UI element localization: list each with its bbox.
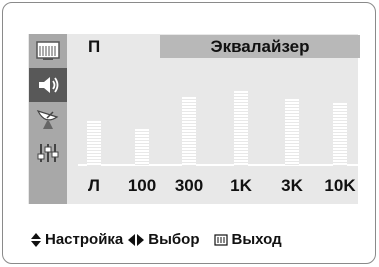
eq-bar-100[interactable] (135, 129, 149, 166)
band-label-Л: Л (88, 176, 100, 195)
menu-sidebar (29, 34, 67, 204)
band-label-10K: 10K (324, 176, 356, 195)
band-label-1K: 1K (230, 176, 252, 195)
sliders-setup-icon (37, 144, 59, 162)
band-label-3K: 3K (281, 176, 303, 195)
chart-baseline (78, 164, 360, 166)
equalizer-chart (78, 60, 360, 170)
exit-hint: Выход (231, 231, 282, 248)
band-label-100: 100 (127, 176, 157, 195)
sidebar-item-picture[interactable] (29, 34, 67, 68)
eq-bar-3K[interactable] (285, 99, 299, 166)
sidebar-item-sound[interactable] (29, 68, 67, 102)
satellite-channel-icon (36, 110, 59, 129)
adjust-hint: Настройка (45, 231, 124, 248)
speaker-sound-icon (39, 77, 59, 93)
sound-mode-label: П (88, 37, 101, 56)
select-hint: Выбор (148, 231, 200, 248)
eq-bar-10K[interactable] (333, 103, 347, 166)
eq-bar-1K[interactable] (234, 91, 248, 166)
menu-exit-icon (213, 233, 228, 246)
eq-bar-Л[interactable] (87, 121, 101, 166)
help-bar: Настройка Выбор Выход (31, 231, 282, 248)
up-down-arrows-icon (31, 232, 41, 247)
band-label-300: 300 (174, 176, 204, 195)
tv-picture-icon (36, 41, 60, 60)
sidebar-item-blank (29, 170, 67, 204)
menu-header: П Эквалайзер (78, 35, 360, 58)
sidebar-item-channel[interactable] (29, 102, 67, 136)
left-right-arrows-icon (128, 233, 145, 246)
page-title: Эквалайзер (160, 35, 360, 58)
sidebar-item-setup[interactable] (29, 136, 67, 170)
eq-bar-300[interactable] (182, 97, 196, 166)
